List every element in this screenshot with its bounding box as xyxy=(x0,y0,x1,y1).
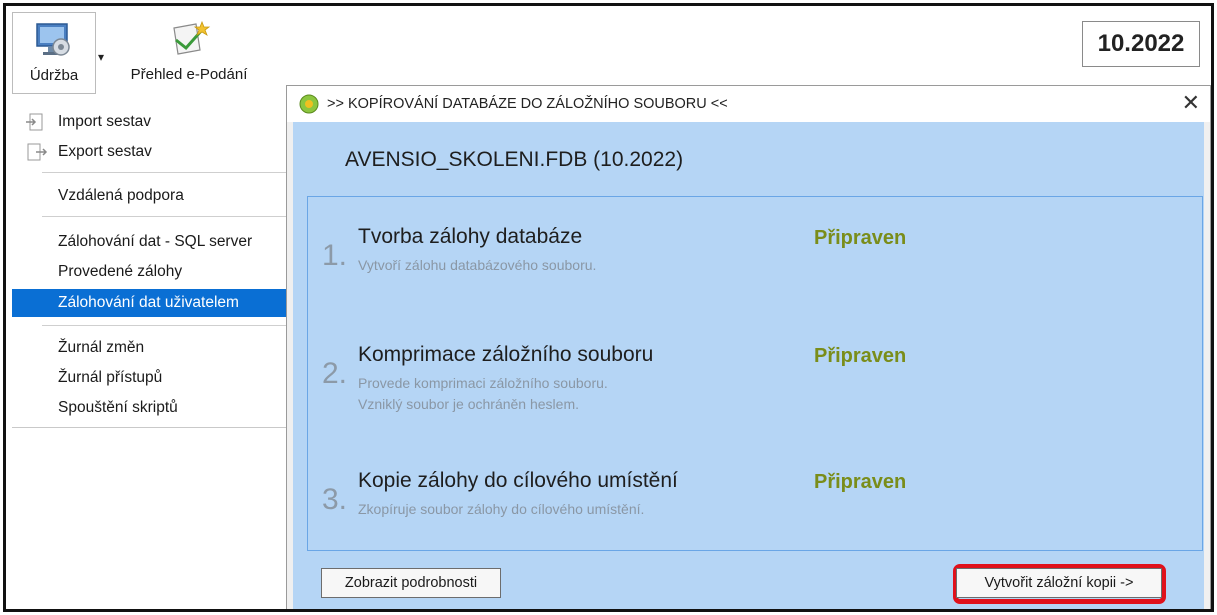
computer-maintenance-icon xyxy=(36,23,70,56)
prehled-epodani-label: Přehled e-Podání xyxy=(130,66,248,83)
period-display: 10.2022 xyxy=(1082,21,1200,67)
menu-item-vzdalena-podpora[interactable]: Vzdálená podpora xyxy=(12,182,288,210)
menu-item-zalohovani-sql[interactable]: Zálohování dat - SQL server xyxy=(12,228,288,256)
database-name: AVENSIO_SKOLENI.FDB (10.2022) xyxy=(345,148,684,171)
menu-item-provedene-zalohy[interactable]: Provedené zálohy xyxy=(12,258,288,286)
menu-item-label: Vzdálená podpora xyxy=(58,187,184,204)
step-description: Provede komprimaci záložního souboru. Vz… xyxy=(358,373,608,415)
backup-dialog: >> KOPÍROVÁNÍ DATABÁZE DO ZÁLOŽNÍHO SOUB… xyxy=(286,85,1211,609)
menu-item-spousteni-skriptu[interactable]: Spouštění skriptů xyxy=(12,394,288,422)
step-status: Připraven xyxy=(814,471,907,493)
e-submission-overview-icon xyxy=(173,20,211,55)
create-backup-button[interactable]: Vytvořit záložní kopii -> xyxy=(956,568,1162,598)
menu-item-zurnal-zmen[interactable]: Žurnál změn xyxy=(12,334,288,362)
app-logo-icon xyxy=(299,94,319,114)
dialog-title: >> KOPÍROVÁNÍ DATABÁZE DO ZÁLOŽNÍHO SOUB… xyxy=(327,96,728,112)
step-1: 1. Tvorba zálohy databáze Vytvoří zálohu… xyxy=(308,225,1188,315)
step-number: 1. xyxy=(322,239,348,272)
steps-panel: 1. Tvorba zálohy databáze Vytvoří zálohu… xyxy=(307,196,1203,551)
step-description-line: Provede komprimaci záložního souboru. xyxy=(358,375,608,391)
screenshot-frame: Údržba ▾ Přehled e-Podání 10.2022 Import… xyxy=(3,3,1214,612)
menu-item-label: Import sestav xyxy=(58,113,152,130)
step-number: 3. xyxy=(322,483,348,516)
step-description-line: Vzniklý soubor je ochráněn heslem. xyxy=(358,396,580,412)
menu-item-label: Export sestav xyxy=(58,143,152,160)
import-icon xyxy=(26,113,43,131)
udrzba-button[interactable]: Údržba xyxy=(12,12,96,94)
udrzba-dropdown-menu: Import sestav Export sestav Vzdálená pod… xyxy=(12,98,288,428)
menu-separator xyxy=(42,216,288,217)
menu-item-import-sestav[interactable]: Import sestav xyxy=(12,108,288,136)
prehled-epodani-button[interactable]: Přehled e-Podání xyxy=(114,12,264,94)
menu-item-label: Provedené zálohy xyxy=(58,263,183,280)
menu-item-label: Zálohování dat uživatelem xyxy=(58,294,239,311)
menu-separator xyxy=(42,325,288,326)
show-details-button[interactable]: Zobrazit podrobnosti xyxy=(321,568,501,598)
step-description: Zkopíruje soubor zálohy do cílového umís… xyxy=(358,499,644,520)
step-number: 2. xyxy=(322,357,348,390)
menu-item-zurnal-pristupu[interactable]: Žurnál přístupů xyxy=(12,364,288,392)
menu-item-label: Žurnál změn xyxy=(58,339,145,356)
step-title: Komprimace záložního souboru xyxy=(358,343,654,366)
step-description: Vytvoří zálohu databázového souboru. xyxy=(358,255,596,276)
step-2: 2. Komprimace záložního souboru Provede … xyxy=(308,343,1188,433)
step-status: Připraven xyxy=(814,345,907,367)
step-status: Připraven xyxy=(814,227,907,249)
step-description-line: Vytvoří zálohu databázového souboru. xyxy=(358,257,597,273)
dialog-body: AVENSIO_SKOLENI.FDB (10.2022) 1. Tvorba … xyxy=(293,122,1204,609)
udrzba-dropdown-arrow-icon[interactable]: ▾ xyxy=(98,50,104,64)
step-description-line: Zkopíruje soubor zálohy do cílového umís… xyxy=(358,501,645,517)
step-title: Tvorba zálohy databáze xyxy=(358,225,583,248)
menu-item-zalohovani-uzivatelem[interactable]: Zálohování dat uživatelem xyxy=(12,289,288,317)
close-icon[interactable]: ✕ xyxy=(1182,90,1200,116)
dialog-titlebar[interactable]: >> KOPÍROVÁNÍ DATABÁZE DO ZÁLOŽNÍHO SOUB… xyxy=(287,86,1210,122)
menu-item-label: Spouštění skriptů xyxy=(58,399,178,416)
menu-item-label: Zálohování dat - SQL server xyxy=(58,233,253,250)
export-icon xyxy=(27,143,48,161)
step-title: Kopie zálohy do cílového umístění xyxy=(358,469,678,492)
menu-item-export-sestav[interactable]: Export sestav xyxy=(12,138,288,166)
menu-separator xyxy=(42,172,288,173)
menu-item-label: Žurnál přístupů xyxy=(58,369,163,386)
udrzba-label: Údržba xyxy=(29,67,79,84)
step-3: 3. Kopie zálohy do cílového umístění Zko… xyxy=(308,469,1188,559)
